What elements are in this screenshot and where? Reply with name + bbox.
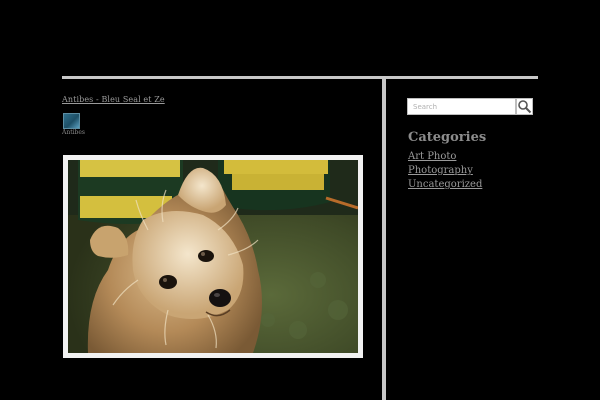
categories-heading: Categories [408, 130, 487, 145]
category-link-art-photo[interactable]: Art Photo [408, 150, 482, 164]
sidebar-divider [382, 79, 386, 400]
category-link-uncategorized[interactable]: Uncategorized [408, 178, 482, 192]
search-input[interactable] [407, 98, 516, 115]
thumbnail-caption: Antibes [62, 129, 85, 136]
breadcrumb-link[interactable]: Antibes - Bleu Seal et Ze [62, 95, 165, 104]
dog-photo[interactable] [68, 160, 358, 353]
page: Antibes - Bleu Seal et Ze Antibes Search… [0, 0, 600, 400]
search-icon [518, 100, 532, 114]
photo-frame [63, 155, 363, 358]
search-button[interactable] [516, 98, 533, 115]
header-divider [62, 76, 538, 79]
attachment-thumbnail[interactable] [63, 113, 80, 129]
categories-list: Art Photo Photography Uncategorized [408, 150, 482, 192]
category-link-photography[interactable]: Photography [408, 164, 482, 178]
